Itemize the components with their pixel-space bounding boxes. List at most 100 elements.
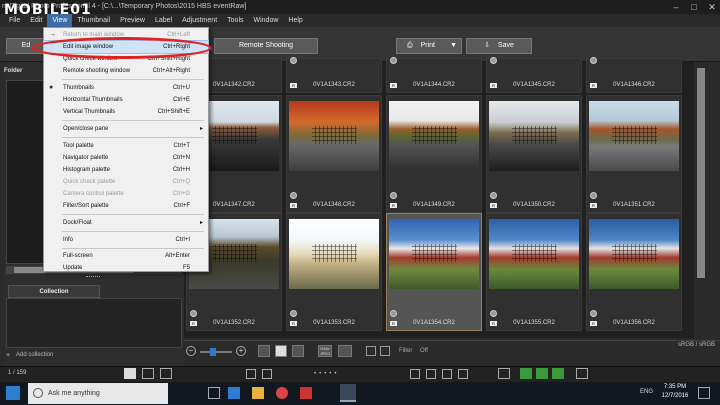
filename: 0V1A1343.CR2: [313, 82, 355, 88]
zoom-out-icon[interactable]: −: [186, 346, 196, 356]
clock-time[interactable]: 7:35 PM: [660, 384, 690, 390]
add-collection-button[interactable]: Add collection: [16, 352, 53, 358]
menu-item-update[interactable]: Update F5: [44, 262, 208, 274]
thumb-medium-view-icon[interactable]: [275, 345, 287, 357]
filter-value[interactable]: Off: [420, 348, 428, 354]
plus-icon[interactable]: +: [6, 352, 10, 359]
next-image-icon[interactable]: [442, 369, 452, 379]
zoom-in-icon[interactable]: +: [236, 346, 246, 356]
checkmark-icon: [190, 310, 197, 317]
menu-item-camera-control-palette[interactable]: Camera control palette Ctrl+G: [44, 188, 208, 200]
color-label-3-icon[interactable]: [552, 368, 564, 379]
close-icon[interactable]: ✕: [704, 0, 720, 14]
scrollbar-thumb[interactable]: [697, 68, 705, 278]
taskbar-search-input[interactable]: Ask me anything: [28, 383, 168, 404]
menu-item-vertical-thumbnails[interactable]: Vertical Thumbnails Ctrl+Shift+E: [44, 106, 208, 118]
thumbnail-cell[interactable]: R 0V1A1351.CR2: [586, 95, 682, 213]
menu-item-info[interactable]: Info Ctrl+I: [44, 234, 208, 246]
rating-dots[interactable]: •••••: [314, 371, 340, 377]
menu-item-filter-sort-palette[interactable]: Filter/Sort palette Ctrl+F: [44, 200, 208, 212]
menu-item-dock-float[interactable]: Dock/Float ▸: [44, 217, 208, 229]
menu-window[interactable]: Window: [249, 14, 284, 27]
thumbnail-cell[interactable]: R 0V1A1350.CR2: [486, 95, 582, 213]
thumbnail-cell[interactable]: R 0V1A1355.CR2: [486, 213, 582, 331]
menu-help[interactable]: Help: [283, 14, 307, 27]
menu-item-thumbnails[interactable]: ● Thumbnails Ctrl+U: [44, 82, 208, 94]
rotate-left-icon[interactable]: [246, 369, 256, 379]
menu-item-histogram-palette[interactable]: Histogram palette Ctrl+H: [44, 164, 208, 176]
list-view-icon[interactable]: [142, 368, 154, 379]
clock-date[interactable]: 12/7/2016: [660, 393, 690, 399]
menu-bar: File Edit View Thumbnail Preview Label A…: [0, 14, 720, 27]
thumbnail-cell[interactable]: R 0V1A1356.CR2: [586, 213, 682, 331]
chrome-icon[interactable]: [276, 387, 288, 399]
thumb-large-view-icon[interactable]: [292, 345, 304, 357]
photo-thumbnail: [489, 219, 579, 289]
thumbnail-cell[interactable]: R 0V1A1353.CR2: [286, 213, 382, 331]
thumbnail-cell[interactable]: R 0V1A1349.CR2: [386, 95, 482, 213]
thumbnail-cell[interactable]: R 0V1A1348.CR2: [286, 95, 382, 213]
filename: 0V1A1345.CR2: [513, 82, 555, 88]
filename: 0V1A1349.CR2: [413, 202, 455, 208]
menu-preview[interactable]: Preview: [115, 14, 150, 27]
photo-thumbnail: [289, 219, 379, 289]
image-count: 1 / 159: [8, 370, 27, 376]
rotate-right-icon[interactable]: [262, 369, 272, 379]
thumbnail-cell[interactable]: R 0V1A1346.CR2: [586, 57, 682, 93]
app-icon[interactable]: [300, 387, 312, 399]
menu-item-navigator-palette[interactable]: Navigator palette Ctrl+N: [44, 152, 208, 164]
menu-item-full-screen[interactable]: Full-screen Alt+Enter: [44, 250, 208, 262]
menu-label[interactable]: Label: [150, 14, 177, 27]
menu-edit[interactable]: Edit: [25, 14, 47, 27]
check-mark-filter-icon[interactable]: [338, 345, 352, 357]
compare-icon[interactable]: [380, 346, 390, 356]
menu-thumbnail[interactable]: Thumbnail: [72, 14, 115, 27]
file-explorer-icon[interactable]: [252, 387, 264, 399]
remote-shooting-button[interactable]: Remote Shooting: [214, 38, 318, 54]
menu-item-tool-palette[interactable]: Tool palette Ctrl+T: [44, 140, 208, 152]
edge-icon[interactable]: [228, 387, 240, 399]
first-image-icon[interactable]: [410, 369, 420, 379]
checkmark-icon: [490, 192, 497, 199]
menu-item-remote-shooting[interactable]: Remote shooting window Ctrl+Alt+Right: [44, 65, 208, 77]
tool-palette-icon[interactable]: [498, 368, 510, 379]
minimize-icon[interactable]: –: [668, 0, 684, 14]
thumbnail-cell-selected[interactable]: R 0V1A1354.CR2: [386, 213, 482, 331]
menu-file[interactable]: File: [4, 14, 25, 27]
chevron-down-icon[interactable]: ▼: [450, 39, 457, 53]
menu-item-horizontal-thumbnails[interactable]: Horizontal Thumbnails Ctrl+E: [44, 94, 208, 106]
checkmark-icon: [390, 57, 397, 64]
pane-resize-handle[interactable]: [86, 276, 100, 279]
last-image-icon[interactable]: [458, 369, 468, 379]
windows-start-icon[interactable]: [6, 386, 20, 400]
save-button[interactable]: ⇩ Save: [466, 38, 532, 54]
language-indicator[interactable]: ENG: [640, 389, 653, 395]
photo-thumbnail: [389, 219, 479, 289]
filename: 0V1A1354.CR2: [413, 320, 455, 326]
color-label-1-icon[interactable]: [520, 368, 532, 379]
maximize-icon[interactable]: □: [686, 0, 702, 14]
collection-tab[interactable]: Collection: [8, 285, 100, 298]
thumbnail-cell[interactable]: R 0V1A1343.CR2: [286, 57, 382, 93]
menu-tools[interactable]: Tools: [222, 14, 248, 27]
menu-adjustment[interactable]: Adjustment: [177, 14, 222, 27]
grid-icon[interactable]: [366, 346, 376, 356]
notifications-icon[interactable]: [698, 387, 710, 399]
thumb-small-view-icon[interactable]: [258, 345, 270, 357]
task-view-icon[interactable]: [208, 387, 220, 399]
menu-item-open-close-pane[interactable]: Open/close pane ▸: [44, 123, 208, 135]
camera-icon[interactable]: [576, 368, 588, 379]
thumbnail-cell[interactable]: R 0V1A1345.CR2: [486, 57, 582, 93]
dpp-taskbar-icon[interactable]: [340, 384, 356, 402]
grid-vscrollbar[interactable]: [694, 62, 708, 338]
raw-jpeg-toggle-icon[interactable]: RAW JPEG: [318, 345, 332, 357]
color-label-2-icon[interactable]: [536, 368, 548, 379]
print-button[interactable]: ⎙ Print ▼: [396, 38, 462, 54]
menu-view[interactable]: View: [47, 14, 73, 27]
zoom-slider[interactable]: [200, 348, 232, 356]
prev-image-icon[interactable]: [426, 369, 436, 379]
thumbnail-cell[interactable]: R 0V1A1344.CR2: [386, 57, 482, 93]
menu-item-quick-check-palette[interactable]: Quick check palette Ctrl+Q: [44, 176, 208, 188]
preview-view-icon[interactable]: [160, 368, 172, 379]
grid-view-icon[interactable]: [124, 368, 136, 379]
